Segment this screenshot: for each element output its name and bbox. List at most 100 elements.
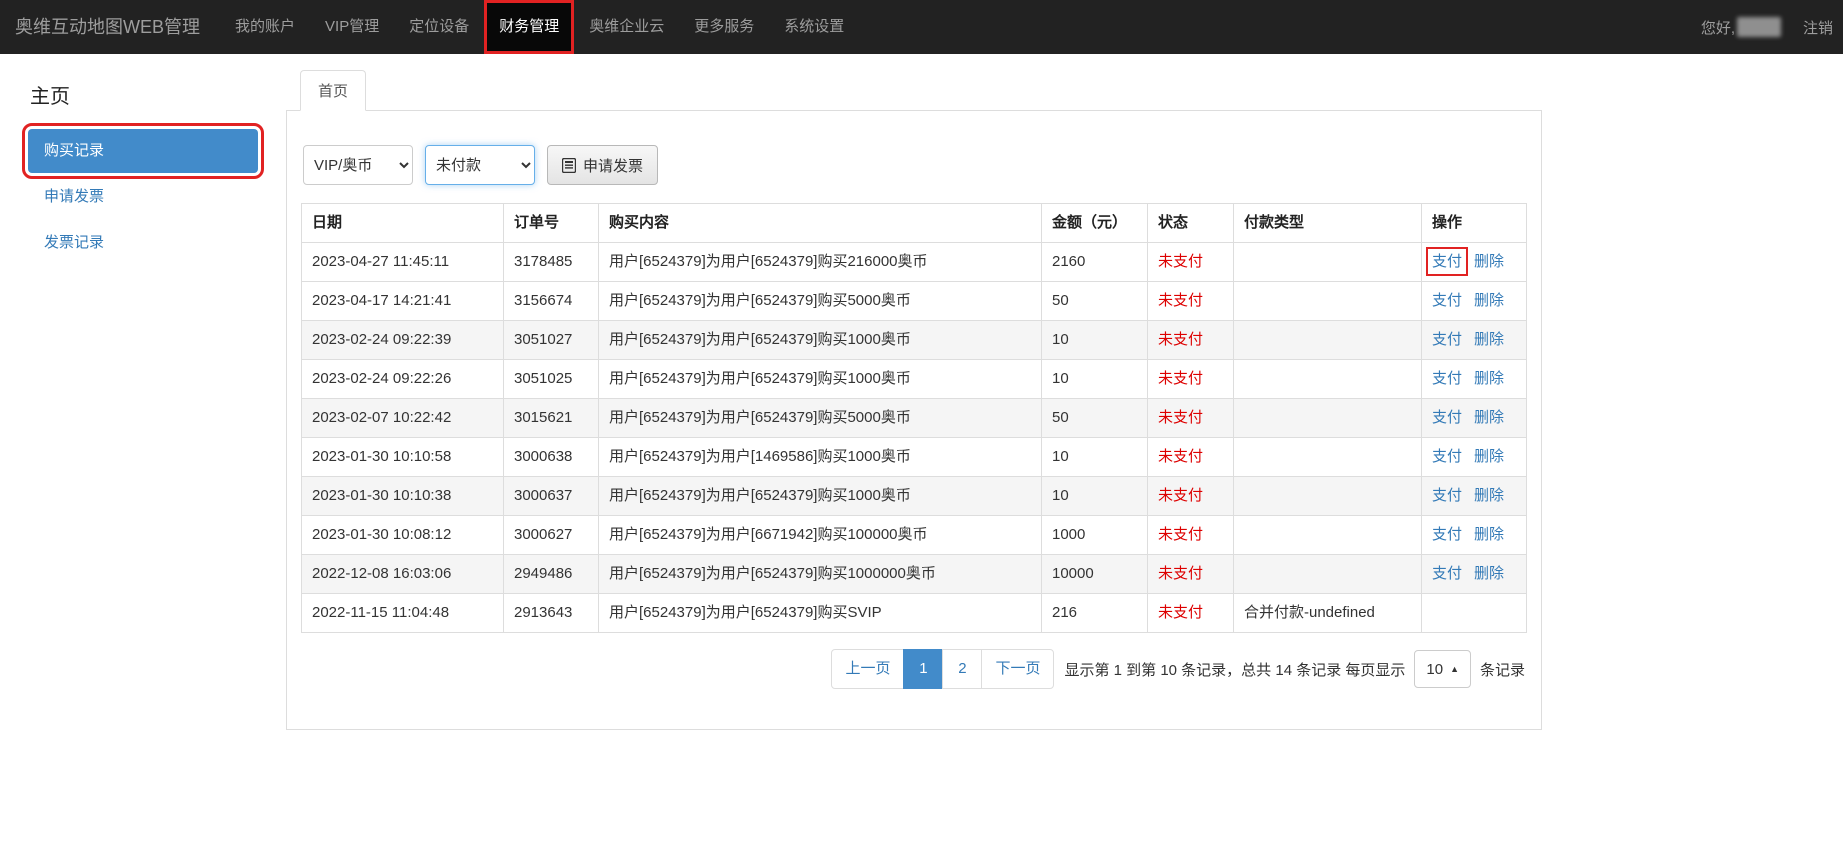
navbar-item[interactable]: VIP管理 <box>310 0 394 54</box>
pay-link[interactable]: 支付 <box>1432 409 1462 426</box>
table-row: 2022-12-08 16:03:062949486用户[6524379]为用户… <box>302 555 1527 594</box>
payment-status-select[interactable]: 未付款 <box>425 145 535 185</box>
date-cell: 2023-04-27 11:45:11 <box>302 243 504 282</box>
delete-link[interactable]: 删除 <box>1474 565 1504 582</box>
content-cell: 用户[6524379]为用户[6524379]购买1000奥币 <box>599 477 1042 516</box>
pay-link[interactable]: 支付 <box>1432 448 1462 465</box>
order-number-cell: 3051027 <box>504 321 599 360</box>
amount-cell: 10000 <box>1042 555 1148 594</box>
actions-cell <box>1422 594 1527 633</box>
pay-link[interactable]: 支付 <box>1432 565 1462 582</box>
purchase-records-table: 日期订单号购买内容金额（元）状态付款类型操作 2023-04-27 11:45:… <box>301 203 1527 633</box>
top-navbar: 奥维互动地图WEB管理 我的账户VIP管理定位设备财务管理奥维企业云更多服务系统… <box>0 0 1843 54</box>
delete-link[interactable]: 删除 <box>1474 370 1504 387</box>
order-number-cell: 2913643 <box>504 594 599 633</box>
status-cell: 未支付 <box>1148 555 1234 594</box>
logout-link[interactable]: 注销 <box>1803 17 1833 38</box>
navbar-item[interactable]: 财务管理 <box>484 0 574 54</box>
table-row: 2023-02-24 09:22:263051025用户[6524379]为用户… <box>302 360 1527 399</box>
sidebar: 主页 购买记录申请发票发票记录 <box>0 54 286 267</box>
status-cell: 未支付 <box>1148 477 1234 516</box>
tab-panel: VIP/奥币 未付款 申请发票 日期订单号购买内容金额（元）状态付款类型操作 2… <box>286 111 1542 730</box>
filter-bar: VIP/奥币 未付款 申请发票 <box>303 145 1527 185</box>
amount-cell: 10 <box>1042 477 1148 516</box>
date-cell: 2023-02-24 09:22:26 <box>302 360 504 399</box>
pay-type-cell <box>1234 477 1422 516</box>
column-header: 金额（元） <box>1042 204 1148 243</box>
column-header: 操作 <box>1422 204 1527 243</box>
pay-link[interactable]: 支付 <box>1432 253 1462 270</box>
per-page-dropdown[interactable]: 10 ▲ <box>1414 650 1471 688</box>
actions-cell: 支付删除 <box>1422 321 1527 360</box>
sidebar-item[interactable]: 申请发票 <box>28 175 258 219</box>
delete-link[interactable]: 删除 <box>1474 448 1504 465</box>
pay-link[interactable]: 支付 <box>1432 487 1462 504</box>
pay-type-cell <box>1234 399 1422 438</box>
page-number-button[interactable]: 1 <box>903 649 943 689</box>
column-header: 状态 <box>1148 204 1234 243</box>
request-invoice-button[interactable]: 申请发票 <box>547 145 658 185</box>
tab-home[interactable]: 首页 <box>300 70 366 111</box>
sidebar-item[interactable]: 发票记录 <box>28 221 258 265</box>
request-invoice-label: 申请发票 <box>583 155 643 176</box>
table-row: 2023-02-07 10:22:423015621用户[6524379]为用户… <box>302 399 1527 438</box>
pay-link[interactable]: 支付 <box>1432 370 1462 387</box>
delete-link[interactable]: 删除 <box>1474 409 1504 426</box>
date-cell: 2023-02-24 09:22:39 <box>302 321 504 360</box>
pay-link[interactable]: 支付 <box>1432 526 1462 543</box>
navbar-item[interactable]: 系统设置 <box>769 0 859 54</box>
order-number-cell: 3051025 <box>504 360 599 399</box>
page-number-button[interactable]: 2 <box>942 649 982 689</box>
delete-link[interactable]: 删除 <box>1474 331 1504 348</box>
table-row: 2023-01-30 10:10:583000638用户[6524379]为用户… <box>302 438 1527 477</box>
status-cell: 未支付 <box>1148 516 1234 555</box>
delete-link[interactable]: 删除 <box>1474 292 1504 309</box>
status-cell: 未支付 <box>1148 243 1234 282</box>
page-layout: 主页 购买记录申请发票发票记录 首页 VIP/奥币 未付款 申请发票 <box>0 54 1843 730</box>
delete-link[interactable]: 删除 <box>1474 526 1504 543</box>
amount-cell: 50 <box>1042 282 1148 321</box>
actions-cell: 支付删除 <box>1422 477 1527 516</box>
table-row: 2023-01-30 10:08:123000627用户[6524379]为用户… <box>302 516 1527 555</box>
pay-link[interactable]: 支付 <box>1432 292 1462 309</box>
status-cell: 未支付 <box>1148 399 1234 438</box>
actions-cell: 支付删除 <box>1422 516 1527 555</box>
next-page-button[interactable]: 下一页 <box>981 649 1054 689</box>
order-number-cell: 3000637 <box>504 477 599 516</box>
column-header: 日期 <box>302 204 504 243</box>
invoice-list-icon <box>562 158 576 173</box>
navbar-item[interactable]: 奥维企业云 <box>574 0 679 54</box>
pagination: 上一页12下一页 <box>831 649 1054 689</box>
order-number-cell: 2949486 <box>504 555 599 594</box>
content-cell: 用户[6524379]为用户[6671942]购买100000奥币 <box>599 516 1042 555</box>
delete-link[interactable]: 删除 <box>1474 487 1504 504</box>
sidebar-menu: 购买记录申请发票发票记录 <box>28 129 258 265</box>
records-summary-text: 显示第 1 到第 10 条记录，总共 14 条记录 每页显示 <box>1064 659 1405 680</box>
navbar-menu: 我的账户VIP管理定位设备财务管理奥维企业云更多服务系统设置 <box>220 0 859 54</box>
content-cell: 用户[6524379]为用户[6524379]购买5000奥币 <box>599 282 1042 321</box>
content-cell: 用户[6524379]为用户[6524379]购买SVIP <box>599 594 1042 633</box>
pay-link[interactable]: 支付 <box>1432 331 1462 348</box>
main-content: 首页 VIP/奥币 未付款 申请发票 日期订单号购买内容 <box>286 54 1542 730</box>
date-cell: 2022-11-15 11:04:48 <box>302 594 504 633</box>
prev-page-button[interactable]: 上一页 <box>831 649 904 689</box>
navbar-item[interactable]: 更多服务 <box>679 0 769 54</box>
app-brand: 奥维互动地图WEB管理 <box>0 0 220 54</box>
order-number-cell: 3000638 <box>504 438 599 477</box>
navbar-item[interactable]: 定位设备 <box>394 0 484 54</box>
amount-cell: 216 <box>1042 594 1148 633</box>
navbar-item[interactable]: 我的账户 <box>220 0 310 54</box>
per-page-value: 10 <box>1426 661 1443 678</box>
date-cell: 2023-01-30 10:08:12 <box>302 516 504 555</box>
sidebar-item[interactable]: 购买记录 <box>28 129 258 173</box>
type-select[interactable]: VIP/奥币 <box>303 145 413 185</box>
actions-cell: 支付删除 <box>1422 438 1527 477</box>
delete-link[interactable]: 删除 <box>1474 253 1504 270</box>
date-cell: 2023-04-17 14:21:41 <box>302 282 504 321</box>
column-header: 订单号 <box>504 204 599 243</box>
user-greeting: 您好, <box>1701 17 1781 38</box>
pay-type-cell <box>1234 321 1422 360</box>
column-header: 付款类型 <box>1234 204 1422 243</box>
status-cell: 未支付 <box>1148 360 1234 399</box>
order-number-cell: 3156674 <box>504 282 599 321</box>
